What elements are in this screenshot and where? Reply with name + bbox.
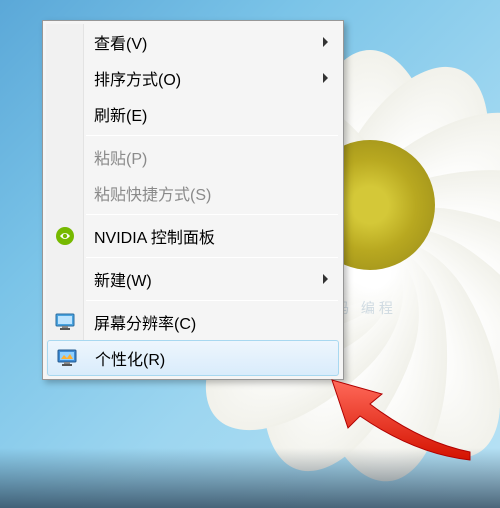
menu-screen-resolution[interactable]: 屏幕分辨率(C) (46, 304, 340, 340)
menu-label: 屏幕分辨率(C) (94, 310, 196, 334)
menu-label: 查看(V) (94, 30, 147, 54)
menu-refresh[interactable]: 刷新(E) (46, 96, 340, 132)
submenu-arrow-icon (323, 37, 328, 47)
menu-label: 刷新(E) (94, 102, 147, 126)
menu-separator (86, 300, 338, 301)
menu-label: NVIDIA 控制面板 (94, 224, 215, 248)
personalize-icon (57, 348, 77, 368)
menu-nvidia-control-panel[interactable]: NVIDIA 控制面板 (46, 218, 340, 254)
menu-view[interactable]: 查看(V) (46, 24, 340, 60)
monitor-icon (55, 312, 75, 332)
menu-separator (86, 214, 338, 215)
submenu-arrow-icon (323, 73, 328, 83)
desktop-context-menu: 查看(V) 排序方式(O) 刷新(E) 粘贴(P) 粘贴快捷方式(S) NVID… (42, 20, 344, 380)
menu-sort-by[interactable]: 排序方式(O) (46, 60, 340, 96)
menu-paste: 粘贴(P) (46, 139, 340, 175)
menu-label: 排序方式(O) (94, 66, 181, 90)
wallpaper-shadow (0, 448, 500, 508)
menu-personalize[interactable]: 个性化(R) (47, 340, 339, 376)
menu-paste-shortcut: 粘贴快捷方式(S) (46, 175, 340, 211)
menu-label: 个性化(R) (95, 346, 165, 370)
menu-label: 粘贴(P) (94, 145, 147, 169)
submenu-arrow-icon (323, 274, 328, 284)
menu-separator (86, 135, 338, 136)
menu-separator (86, 257, 338, 258)
menu-label: 新建(W) (94, 267, 152, 291)
watermark-subtext: 码 编程 (335, 298, 397, 318)
nvidia-icon (55, 226, 75, 246)
menu-new[interactable]: 新建(W) (46, 261, 340, 297)
menu-label: 粘贴快捷方式(S) (94, 181, 211, 205)
